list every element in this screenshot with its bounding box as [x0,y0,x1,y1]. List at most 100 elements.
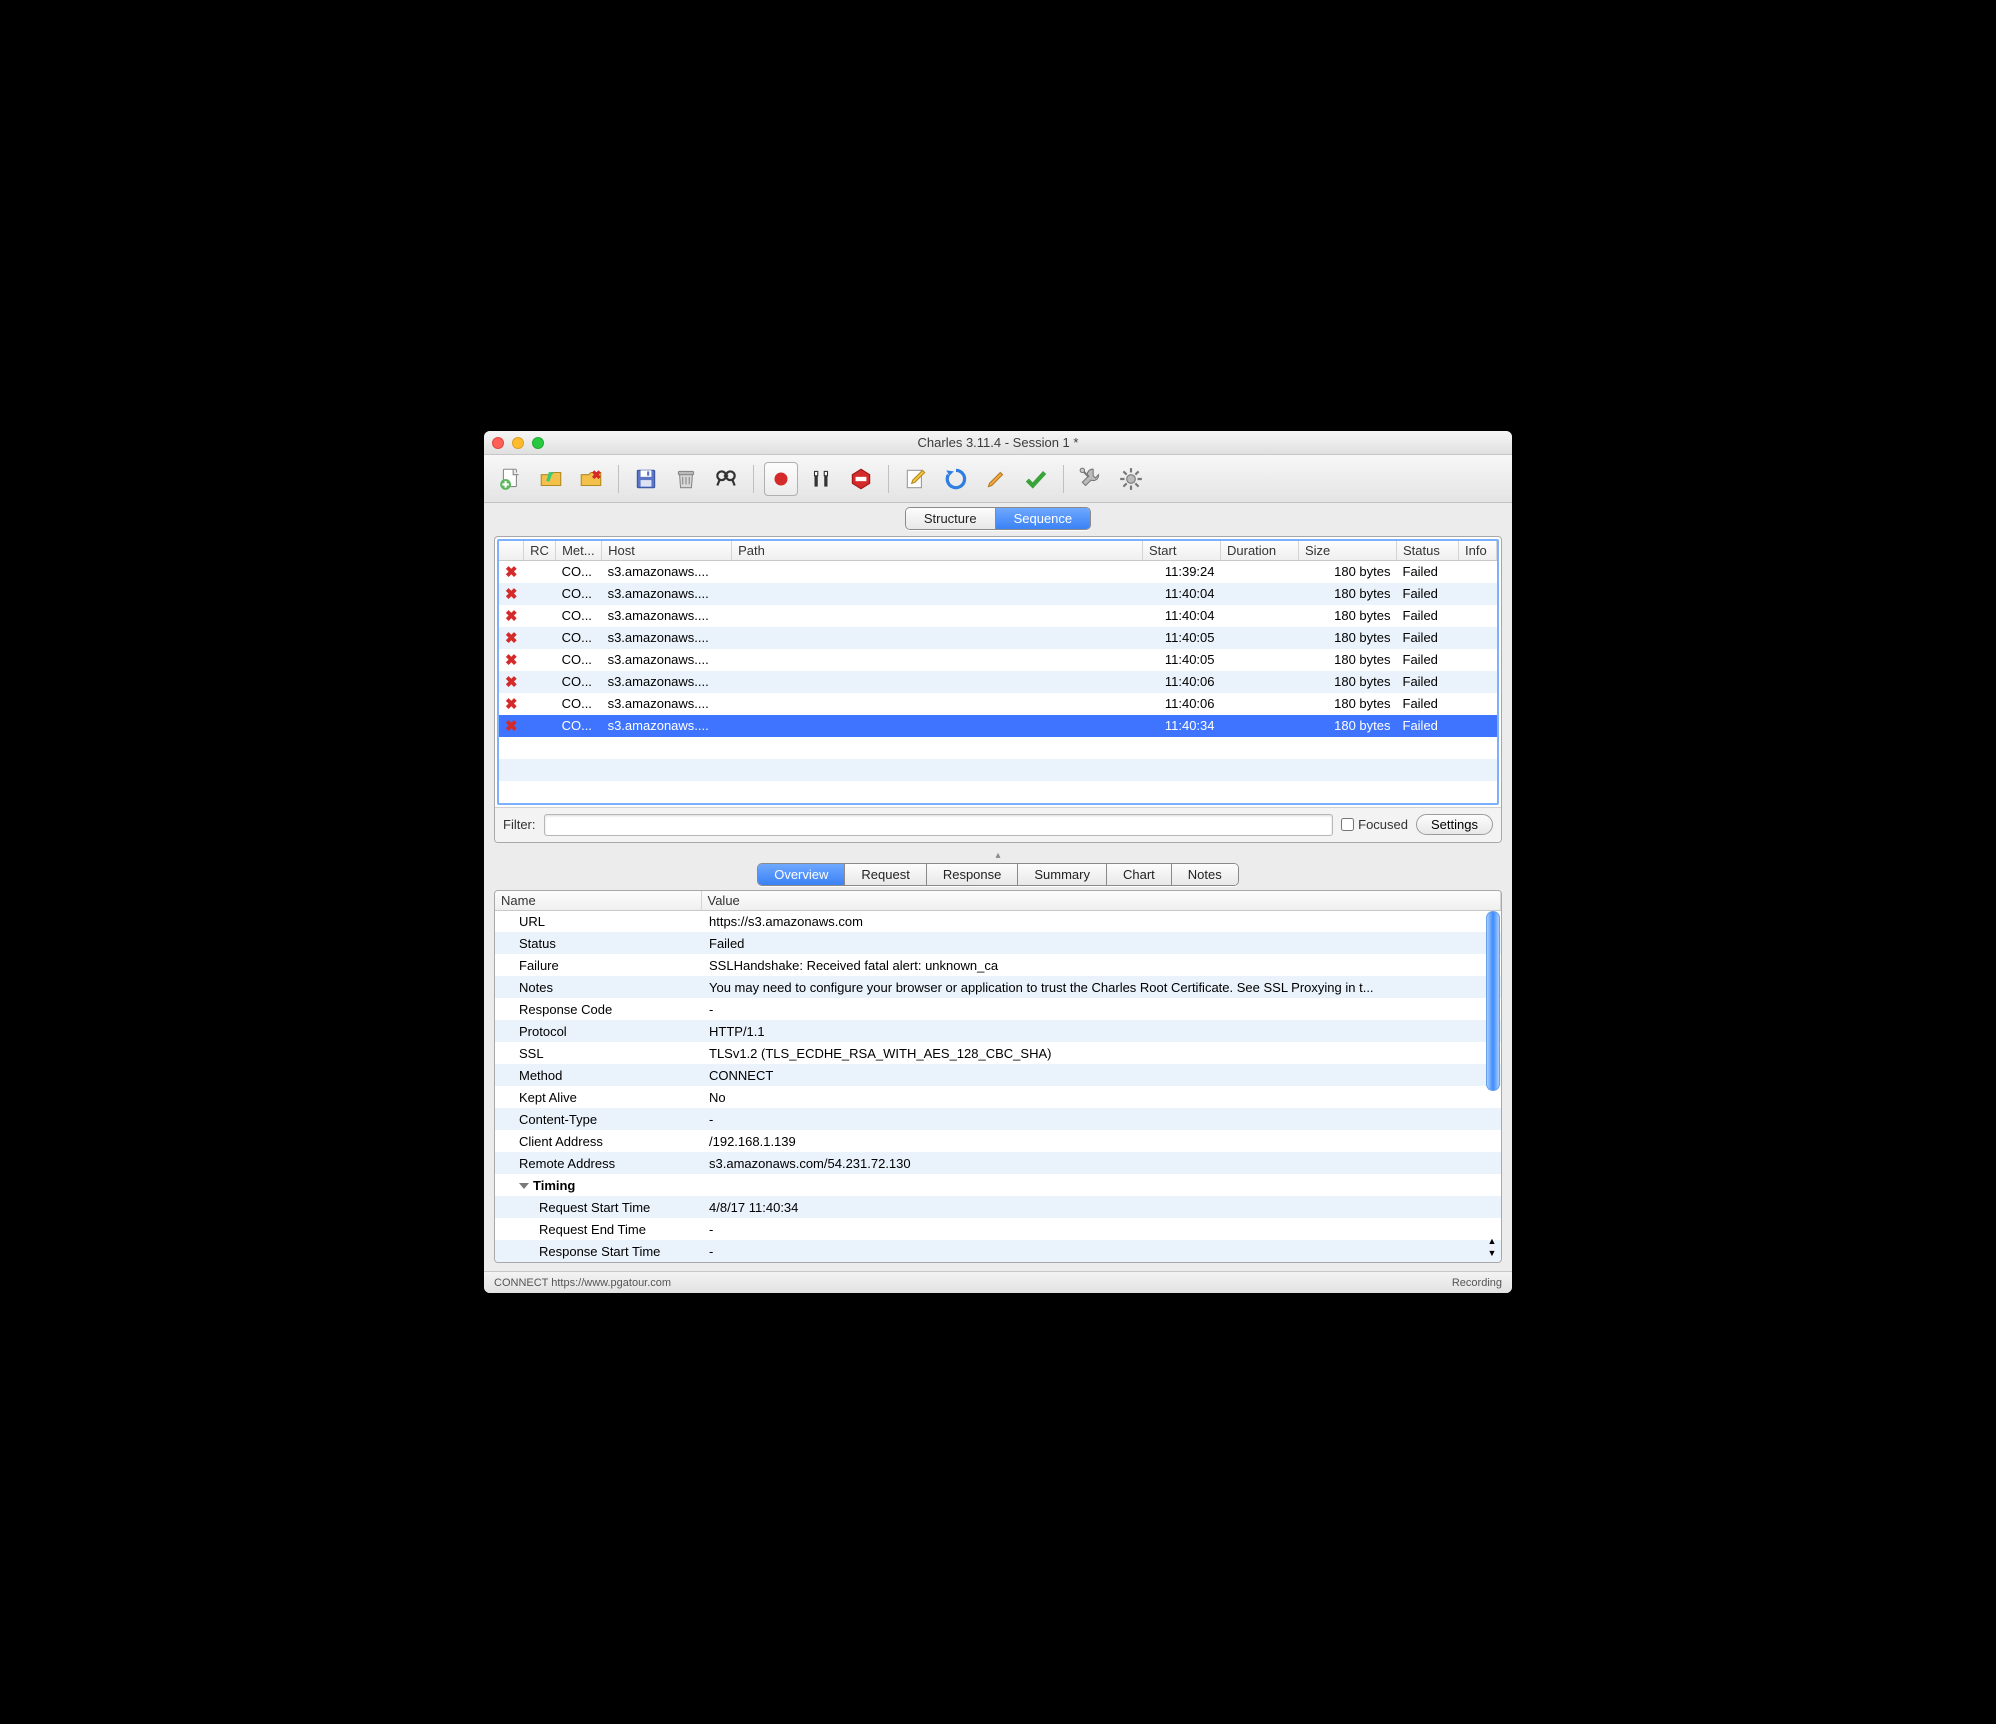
failed-icon: ✖ [505,630,518,647]
detail-row[interactable]: Content-Type- [495,1108,1501,1130]
filter-label: Filter: [503,817,536,832]
filter-bar: Filter: Focused Settings [495,807,1501,842]
throttle-button[interactable] [804,462,838,496]
validate-button[interactable] [1019,462,1053,496]
detail-tab-summary[interactable]: Summary [1017,864,1106,885]
detail-row[interactable]: Kept AliveNo [495,1086,1501,1108]
detail-tab-response[interactable]: Response [926,864,1018,885]
close-session-button[interactable] [574,462,608,496]
detail-tab-notes[interactable]: Notes [1171,864,1238,885]
table-row[interactable]: ✖CO...s3.amazonaws....11:40:06180 bytesF… [499,693,1497,715]
app-window: Charles 3.11.4 - Session 1 * Structure S… [484,431,1512,1293]
detail-tabs: OverviewRequestResponseSummaryChartNotes [484,861,1512,890]
failed-icon: ✖ [505,696,518,713]
settings-button[interactable] [1114,462,1148,496]
failed-icon: ✖ [505,586,518,603]
table-row[interactable]: ✖CO...s3.amazonaws....11:40:05180 bytesF… [499,649,1497,671]
detail-row[interactable]: Response Code- [495,998,1501,1020]
edit-button[interactable] [979,462,1013,496]
compose-button[interactable] [899,462,933,496]
window-title: Charles 3.11.4 - Session 1 * [492,435,1504,450]
focused-checkbox[interactable]: Focused [1341,817,1408,832]
tab-sequence[interactable]: Sequence [995,508,1091,529]
detail-row[interactable]: FailureSSLHandshake: Received fatal aler… [495,954,1501,976]
tab-structure[interactable]: Structure [906,508,995,529]
col-header-rc[interactable]: RC [524,541,556,561]
detail-row[interactable]: Remote Addresss3.amazonaws.com/54.231.72… [495,1152,1501,1174]
record-button[interactable] [764,462,798,496]
failed-icon: ✖ [505,608,518,625]
disclosure-triangle-icon[interactable] [519,1183,529,1189]
focused-label: Focused [1358,817,1408,832]
table-row-empty [499,781,1497,803]
table-row[interactable]: ✖CO...s3.amazonaws....11:39:24180 bytesF… [499,561,1497,583]
scrollbar-thumb[interactable] [1486,911,1500,1091]
col-header-method[interactable]: Met... [556,541,602,561]
detail-row[interactable]: ProtocolHTTP/1.1 [495,1020,1501,1042]
failed-icon: ✖ [505,718,518,735]
open-button[interactable] [534,462,568,496]
col-header-duration[interactable]: Duration [1221,541,1299,561]
toolbar-separator [888,465,889,493]
new-session-button[interactable] [494,462,528,496]
col-header-icon[interactable] [499,541,524,561]
detail-col-name[interactable]: Name [495,891,701,911]
titlebar[interactable]: Charles 3.11.4 - Session 1 * [484,431,1512,455]
detail-row[interactable]: Client Address/192.168.1.139 [495,1130,1501,1152]
zoom-window-button[interactable] [532,437,544,449]
detail-row[interactable]: Request End Time- [495,1218,1501,1240]
detail-tab-chart[interactable]: Chart [1106,864,1171,885]
splitter[interactable]: ▴ [484,851,1512,861]
detail-row[interactable]: Timing [495,1174,1501,1196]
table-row[interactable]: ✖CO...s3.amazonaws....11:40:04180 bytesF… [499,583,1497,605]
filter-settings-button[interactable]: Settings [1416,814,1493,835]
repeat-button[interactable] [939,462,973,496]
sequence-table[interactable]: RC Met... Host Path Start Duration Size … [499,541,1497,803]
toolbar [484,455,1512,503]
table-row[interactable]: ✖CO...s3.amazonaws....11:40:06180 bytesF… [499,671,1497,693]
col-header-status[interactable]: Status [1397,541,1459,561]
col-header-start[interactable]: Start [1143,541,1221,561]
col-header-info[interactable]: Info [1459,541,1497,561]
breakpoints-button[interactable] [844,462,878,496]
table-row[interactable]: ✖CO...s3.amazonaws....11:40:04180 bytesF… [499,605,1497,627]
find-button[interactable] [709,462,743,496]
col-header-host[interactable]: Host [602,541,732,561]
detail-row[interactable]: StatusFailed [495,932,1501,954]
table-row-empty [499,737,1497,759]
table-row[interactable]: ✖CO...s3.amazonaws....11:40:34180 bytesF… [499,715,1497,737]
detail-tab-overview[interactable]: Overview [758,864,844,885]
table-header-row[interactable]: RC Met... Host Path Start Duration Size … [499,541,1497,561]
save-button[interactable] [629,462,663,496]
failed-icon: ✖ [505,674,518,691]
table-row-empty [499,759,1497,781]
detail-col-value[interactable]: Value [701,891,1501,911]
detail-row[interactable]: Request Start Time4/8/17 11:40:34 [495,1196,1501,1218]
col-header-size[interactable]: Size [1299,541,1397,561]
col-header-path[interactable]: Path [732,541,1143,561]
detail-tab-request[interactable]: Request [844,864,925,885]
detail-row[interactable]: MethodCONNECT [495,1064,1501,1086]
trash-button[interactable] [669,462,703,496]
detail-row[interactable]: NotesYou may need to configure your brow… [495,976,1501,998]
detail-row[interactable]: Response Start Time- [495,1240,1501,1262]
status-left: CONNECT https://www.pgatour.com [494,1277,671,1289]
scroll-steppers[interactable]: ▲▼ [1485,1236,1499,1260]
failed-icon: ✖ [505,564,518,581]
table-row[interactable]: ✖CO...s3.amazonaws....11:40:05180 bytesF… [499,627,1497,649]
detail-row[interactable]: SSLTLSv1.2 (TLS_ECDHE_RSA_WITH_AES_128_C… [495,1042,1501,1064]
detail-pane: Name Value URLhttps://s3.amazonaws.comSt… [494,890,1502,1264]
tools-button[interactable] [1074,462,1108,496]
focused-checkbox-input[interactable] [1341,818,1354,831]
failed-icon: ✖ [505,652,518,669]
detail-table[interactable]: Name Value URLhttps://s3.amazonaws.comSt… [495,891,1501,1263]
status-bar: CONNECT https://www.pgatour.com Recordin… [484,1271,1512,1293]
toolbar-separator [618,465,619,493]
sequence-pane: RC Met... Host Path Start Duration Size … [494,536,1502,843]
close-window-button[interactable] [492,437,504,449]
toolbar-separator [753,465,754,493]
minimize-window-button[interactable] [512,437,524,449]
traffic-lights [492,437,544,449]
filter-input[interactable] [544,814,1334,836]
detail-row[interactable]: URLhttps://s3.amazonaws.com [495,910,1501,932]
